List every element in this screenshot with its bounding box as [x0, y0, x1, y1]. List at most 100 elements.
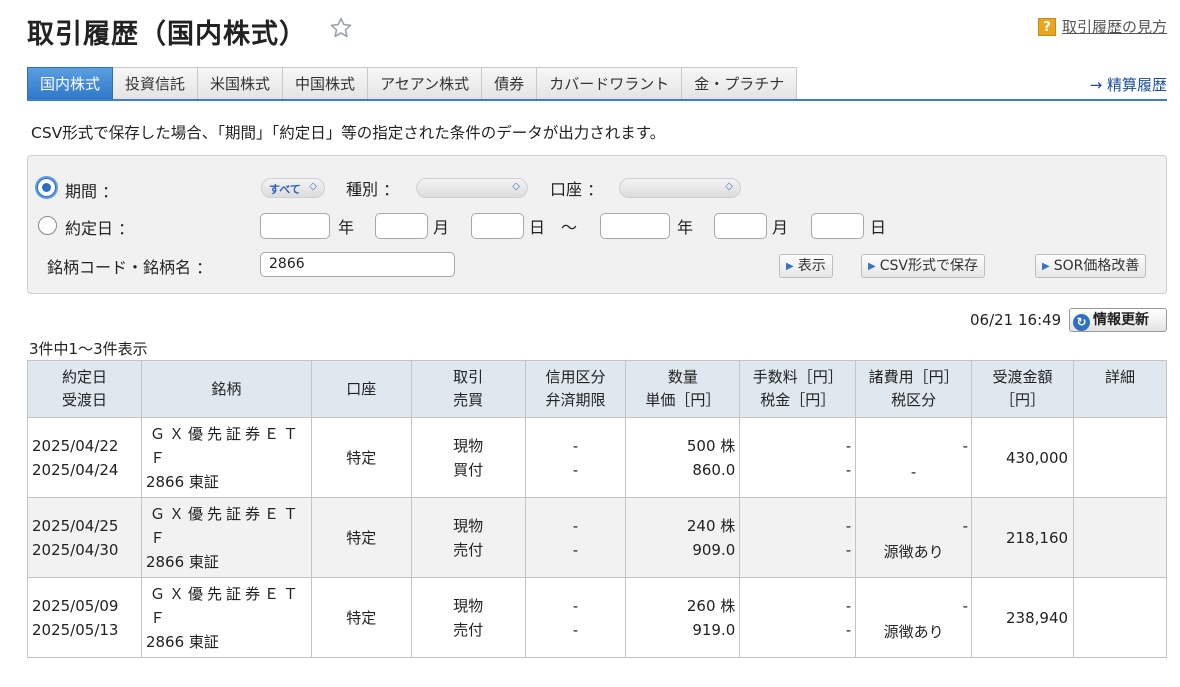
to-day-label: 日: [870, 218, 887, 237]
header-misc: 諸費用［円］ 税区分: [855, 360, 973, 418]
header-fee: 手数料［円］ 税金［円］: [739, 360, 857, 418]
cell-dates: 2025/04/22 2025/04/24: [27, 417, 142, 498]
favorite-star-icon[interactable]: [329, 16, 353, 40]
account-select[interactable]: ◇: [619, 178, 741, 198]
type-select[interactable]: ◇: [416, 178, 528, 198]
show-button-label: 表示: [797, 258, 826, 274]
period-label: 期間 ：: [65, 182, 119, 201]
cell-account: 特定: [310, 417, 412, 498]
header-credit: 信用区分 弁済期限: [524, 360, 627, 418]
from-month-input[interactable]: [375, 213, 428, 239]
update-timestamp: 06/21 16:49: [970, 311, 1062, 329]
play-icon: ▶: [786, 261, 794, 272]
cell-amount: 218,160: [971, 497, 1075, 578]
result-count: 3件中1～3件表示: [29, 340, 148, 358]
csv-save-button-label: CSV形式で保存: [879, 258, 978, 274]
to-month-input[interactable]: [714, 213, 767, 239]
chevron-updown-icon: ◇: [725, 181, 733, 192]
to-day-input[interactable]: [811, 213, 864, 239]
header-trade: 取引 売買: [410, 360, 526, 418]
from-year-input[interactable]: [260, 213, 330, 239]
tab-domestic-stock[interactable]: 国内株式: [27, 67, 114, 100]
tab-gold-platinum[interactable]: 金・プラチナ: [682, 67, 798, 100]
market-tabs: 国内株式 投資信託 米国株式 中国株式 アセアン株式 債券 カバードワラント 金…: [27, 67, 798, 100]
table-row: 2025/04/25 2025/04/30 ＧＸ優先証券ＥＴ Ｆ 2866 東証 特定…: [27, 497, 1167, 578]
cell-misc: - 源徴あり: [855, 497, 973, 578]
table-header-row: 約定日 受渡日 銘柄 口座 取引 売買 信用区分 弁済期限 数量 単価［円］ 手数料［円…: [27, 360, 1167, 418]
csv-note: CSV形式で保存した場合、「期間」「約定日」等の指定された条件のデータが出力され…: [31, 124, 666, 142]
cell-detail[interactable]: [1073, 497, 1167, 578]
csv-save-button[interactable]: ▶ CSV形式で保存: [861, 254, 985, 278]
tab-us-stock[interactable]: 米国株式: [198, 67, 284, 100]
trade-date-radio[interactable]: [38, 216, 57, 235]
refresh-icon: ↻: [1073, 314, 1090, 331]
cell-stock: ＧＸ優先証券ＥＴ Ｆ 2866 東証: [140, 417, 312, 498]
help-link[interactable]: ? 取引履歴の見方: [1037, 16, 1167, 37]
period-select-value: すべて: [269, 183, 301, 196]
to-year-label: 年: [677, 218, 694, 237]
header-qty: 数量 単価［円］: [625, 360, 741, 418]
stock-code-label: 銘柄コード・銘柄名 ：: [47, 258, 213, 277]
cell-dates: 2025/04/25 2025/04/30: [27, 497, 142, 578]
cell-stock: ＧＸ優先証券ＥＴ Ｆ 2866 東証: [140, 497, 312, 578]
to-month-label: 月: [772, 218, 789, 237]
trade-history-table: 約定日 受渡日 銘柄 口座 取引 売買 信用区分 弁済期限 数量 単価［円］ 手数料［円…: [27, 360, 1167, 658]
table-row: 2025/05/09 2025/05/13 ＧＸ優先証券ＥＴ Ｆ 2866 東証 特定…: [27, 577, 1167, 658]
refresh-button[interactable]: ↻ 情報更新: [1069, 308, 1167, 332]
title-row: 取引履歴（国内株式） ? 取引履歴の見方: [27, 10, 1167, 50]
from-year-label: 年: [338, 218, 355, 237]
type-label: 種別 ：: [346, 180, 400, 199]
from-day-input[interactable]: [471, 213, 524, 239]
cell-fee-tax: --: [739, 497, 857, 578]
header-detail: 詳細: [1073, 360, 1167, 418]
filter-panel: 期間 ： すべて ◇ 種別 ： ◇ 口座 ： ◇ 約定日 ： 年 月 日 ～ 年…: [27, 155, 1167, 294]
cell-trade: 現物 売付: [410, 577, 526, 658]
cell-credit: --: [524, 417, 627, 498]
cell-fee-tax: --: [739, 577, 857, 658]
cell-detail[interactable]: [1073, 417, 1167, 498]
tab-covered-warrant[interactable]: カバードワラント: [537, 67, 683, 100]
sor-button-label: SOR価格改善: [1053, 258, 1140, 274]
help-icon: ?: [1037, 18, 1056, 36]
period-radio[interactable]: [37, 178, 56, 197]
to-year-input[interactable]: [600, 213, 670, 239]
play-icon: ▶: [1042, 261, 1050, 272]
refresh-button-label: 情報更新: [1093, 312, 1149, 328]
header-amount: 受渡金額 ［円］: [971, 360, 1075, 418]
from-day-label: 日: [529, 218, 546, 237]
page-title: 取引履歴（国内株式）: [27, 19, 307, 50]
cell-amount: 238,940: [971, 577, 1075, 658]
show-button[interactable]: ▶ 表示: [779, 254, 833, 278]
account-label: 口座 ：: [550, 180, 604, 199]
cell-trade: 現物 買付: [410, 417, 526, 498]
from-month-label: 月: [433, 218, 450, 237]
cell-credit: --: [524, 577, 627, 658]
tab-investment-trust[interactable]: 投資信託: [113, 67, 199, 100]
cell-qty-price: 260 株 919.0: [625, 577, 741, 658]
tab-china-stock[interactable]: 中国株式: [283, 67, 369, 100]
cell-qty-price: 500 株 860.0: [625, 417, 741, 498]
play-icon: ▶: [868, 261, 876, 272]
tab-bonds[interactable]: 債券: [482, 67, 538, 100]
cell-detail[interactable]: [1073, 577, 1167, 658]
cell-stock: ＧＸ優先証券ＥＴ Ｆ 2866 東証: [140, 577, 312, 658]
period-select[interactable]: すべて ◇: [261, 178, 325, 198]
cell-fee-tax: --: [739, 417, 857, 498]
cell-qty-price: 240 株 909.0: [625, 497, 741, 578]
range-tilde: ～: [561, 218, 578, 237]
cell-trade: 現物 売付: [410, 497, 526, 578]
stock-code-input[interactable]: 2866: [260, 252, 455, 277]
cell-account: 特定: [310, 577, 412, 658]
settlement-history-link[interactable]: → 精算履歴: [1090, 74, 1167, 95]
header-name: 銘柄: [140, 360, 312, 418]
trade-date-label: 約定日 ：: [65, 219, 135, 238]
header-account: 口座: [310, 360, 412, 418]
cell-amount: 430,000: [971, 417, 1075, 498]
cell-credit: --: [524, 497, 627, 578]
cell-misc: --: [855, 417, 973, 498]
cell-dates: 2025/05/09 2025/05/13: [27, 577, 142, 658]
tab-asean-stock[interactable]: アセアン株式: [368, 67, 483, 100]
cell-account: 特定: [310, 497, 412, 578]
chevron-updown-icon: ◇: [309, 181, 317, 192]
sor-button[interactable]: ▶ SOR価格改善: [1035, 254, 1147, 278]
